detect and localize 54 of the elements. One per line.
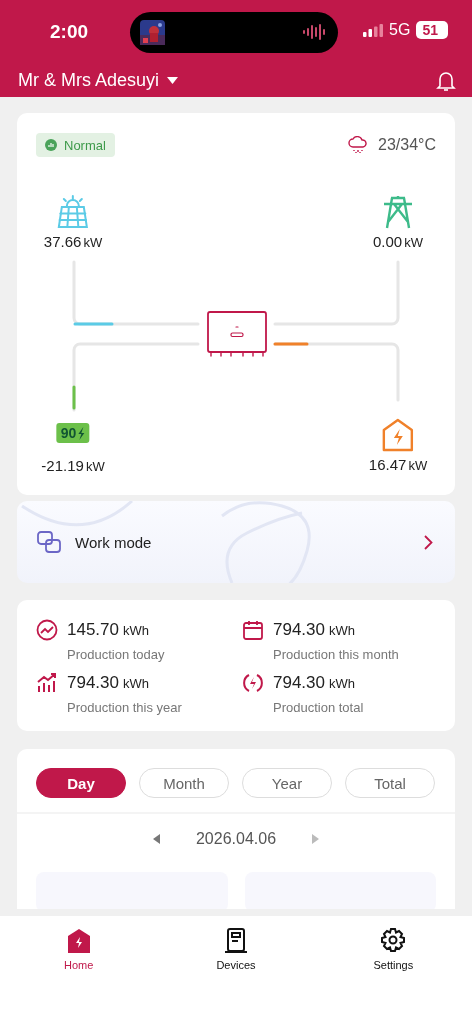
inverter-icon [207, 311, 267, 357]
bar-chart-icon [36, 672, 58, 693]
power-unit: kW [85, 459, 105, 474]
date-label: 2026.04.06 [195, 830, 277, 848]
waveform-icon [302, 24, 326, 40]
power-unit: kW [404, 235, 423, 250]
rain-cloud-icon [348, 136, 368, 154]
power-value: 37.66 [43, 233, 82, 250]
caret-icon[interactable] [167, 77, 179, 84]
status-badge: Normal [36, 133, 115, 157]
bell-icon[interactable] [436, 69, 456, 92]
device-icon[interactable] [223, 928, 249, 954]
period-tab[interactable]: Month [139, 768, 229, 798]
plant-name[interactable]: Mr & Mrs Adesuyi [18, 70, 160, 91]
network-label: 5G [389, 21, 411, 39]
production-unit: kWh [329, 622, 355, 638]
signal-icon [363, 23, 384, 37]
power-tower-icon [382, 195, 414, 229]
battery-level: 51 [416, 21, 448, 39]
nav-label[interactable]: Home [64, 959, 94, 971]
power-unit: kW [83, 235, 103, 250]
lightning-circle-icon [242, 672, 264, 694]
production-unit: kWh [123, 623, 149, 638]
production-label: Production this month [273, 646, 400, 662]
work-mode-label[interactable]: Work mode [75, 533, 152, 551]
settings-icon[interactable] [380, 928, 407, 954]
production-unit: kWh [329, 676, 355, 691]
work-mode-icon[interactable] [37, 531, 61, 553]
period-tab[interactable]: Day [36, 768, 126, 798]
production-label: Production today [67, 647, 166, 662]
period-tab[interactable]: Year [242, 768, 332, 798]
production-value: 794.30 [67, 672, 119, 693]
solar-panel-icon [56, 195, 90, 229]
production-label: Production this year [67, 699, 183, 715]
home-bolt-icon[interactable] [65, 928, 92, 954]
power-value: 0.00 [373, 233, 403, 250]
power-value: 16.47 [368, 456, 407, 473]
battery-charge-badge: 90 [56, 423, 90, 443]
nav-label[interactable]: Settings [373, 959, 414, 971]
nav-label[interactable]: Devices [216, 959, 256, 971]
production-value: 145.70 [67, 620, 119, 640]
chevron-right-icon[interactable] [424, 534, 433, 550]
production-value: 794.30 [273, 673, 325, 693]
production-unit: kWh [123, 675, 149, 691]
power-value: -21.19 [41, 457, 84, 474]
period-tab[interactable]: Total [345, 768, 435, 798]
production-value: 794.30 [273, 619, 325, 640]
weather-temperature: 23/34°C [378, 136, 436, 154]
house-energy-icon [382, 418, 414, 452]
calendar-icon [243, 619, 263, 640]
previous-arrow-icon[interactable] [152, 834, 160, 844]
power-unit: kW [408, 458, 428, 473]
production-label: Production total [273, 700, 365, 715]
status-time: 2:00 [50, 21, 89, 43]
